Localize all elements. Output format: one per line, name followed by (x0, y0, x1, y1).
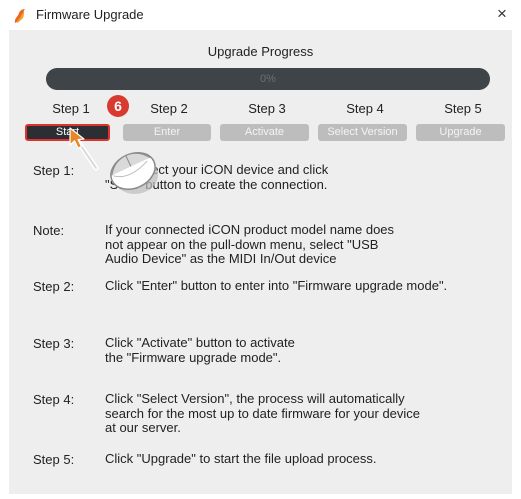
instruction-line: "Start" button to create the connection. (105, 176, 328, 192)
instruction-line: Audio Device" as the MIDI In/Out device (105, 251, 337, 267)
instruction-key: Step 2: (33, 279, 75, 294)
step-5-label: Step 5 (444, 101, 482, 116)
upgrade-button[interactable]: Upgrade (416, 124, 505, 141)
instruction-line: the "Firmware upgrade mode". (105, 349, 282, 365)
step-3-label: Step 3 (248, 101, 286, 116)
instruction-text: Click "Enter" button to enter into "Firm… (105, 278, 505, 294)
instruction-line: connect your iCON device and click (123, 162, 329, 177)
instruction-line: Click "Upgrade" to start the file upload… (105, 451, 377, 466)
instruction-line: at our server. (105, 420, 181, 436)
instruction-text: If your connected iCON product model nam… (105, 222, 505, 267)
instruction-key: Step 5: (33, 452, 75, 467)
window-title: Firmware Upgrade (36, 7, 144, 22)
instruction-text: Click "Select Version", the process will… (105, 391, 505, 436)
step-2-label: Step 2 (150, 101, 188, 116)
instruction-text: Click "Upgrade" to start the file upload… (105, 451, 505, 467)
instruction-key: Note: (33, 223, 65, 238)
progress-bar: 0% (46, 68, 490, 90)
step-callout-badge: 6 (107, 95, 129, 117)
start-button[interactable]: Start (25, 124, 110, 141)
upgrade-panel: Upgrade Progress 0% Step 1 Step 2 Step 3… (9, 30, 512, 494)
step-4-label: Step 4 (346, 101, 384, 116)
progress-value: 0% (260, 73, 276, 85)
progress-title: Upgrade Progress (207, 44, 314, 59)
instruction-line: search for the most up to date firmware … (105, 405, 421, 421)
instruction-text: connect your iCON device and click "Star… (105, 162, 505, 192)
select-version-button[interactable]: Select Version (318, 124, 407, 141)
flame-app-icon (14, 9, 25, 23)
close-icon[interactable]: × (491, 3, 513, 25)
instruction-text: Click "Activate" button to activate the … (105, 335, 505, 365)
instruction-line: Click "Activate" button to activate (105, 335, 295, 350)
step-1-label: Step 1 (52, 101, 90, 116)
instruction-line: Click "Select Version", the process will… (105, 391, 405, 406)
activate-button[interactable]: Activate (220, 124, 309, 141)
instruction-key: Step 4: (33, 392, 75, 407)
instruction-key: Step 3: (33, 336, 75, 351)
instruction-line: Click "Enter" button to enter into "Firm… (105, 278, 448, 293)
enter-button[interactable]: Enter (123, 124, 211, 141)
instruction-key: Step 1: (33, 163, 75, 178)
instruction-line: If your connected iCON product model nam… (105, 222, 395, 237)
instruction-line: not appear on the pull-down menu, select… (105, 236, 379, 252)
title-bar: Firmware Upgrade × (0, 0, 521, 30)
